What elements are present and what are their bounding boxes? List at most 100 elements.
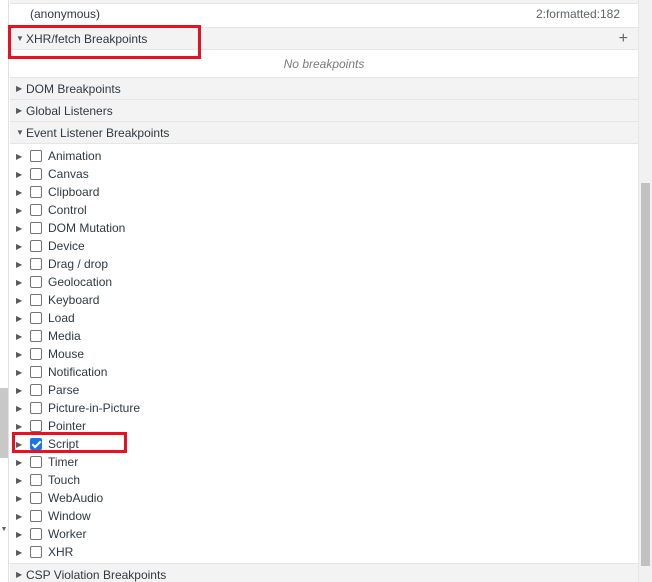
category-checkbox[interactable] <box>30 258 42 270</box>
expand-triangle-icon[interactable]: ▶ <box>16 350 30 359</box>
call-frame-location: 2:formatted:182 <box>535 6 620 21</box>
event-category-load[interactable]: ▶ Load <box>10 309 638 327</box>
collapsed-triangle-icon: ▶ <box>16 84 23 93</box>
event-category-timer[interactable]: ▶ Timer <box>10 453 638 471</box>
event-category-control[interactable]: ▶ Control <box>10 201 638 219</box>
event-category-script[interactable]: ▶ Script <box>10 435 638 453</box>
expand-triangle-icon[interactable]: ▶ <box>16 188 30 197</box>
event-category-media[interactable]: ▶ Media <box>10 327 638 345</box>
category-checkbox[interactable] <box>30 312 42 324</box>
category-label: Keyboard <box>48 293 100 307</box>
category-checkbox[interactable] <box>30 168 42 180</box>
event-category-drag-drop[interactable]: ▶ Drag / drop <box>10 255 638 273</box>
event-category-keyboard[interactable]: ▶ Keyboard <box>10 291 638 309</box>
category-checkbox[interactable] <box>30 492 42 504</box>
category-checkbox[interactable] <box>30 222 42 234</box>
expand-triangle-icon[interactable]: ▶ <box>16 386 30 395</box>
expand-triangle-icon[interactable]: ▶ <box>16 170 30 179</box>
expand-triangle-icon[interactable]: ▶ <box>16 476 30 485</box>
global-listeners-header[interactable]: ▶ Global Listeners <box>10 100 638 122</box>
expand-triangle-icon[interactable]: ▶ <box>16 224 30 233</box>
event-category-xhr[interactable]: ▶ XHR <box>10 543 638 561</box>
expand-triangle-icon[interactable]: ▶ <box>16 458 30 467</box>
sidebar-scrollbar-thumb[interactable] <box>641 183 650 566</box>
category-checkbox[interactable] <box>30 366 42 378</box>
sidebar-scrollbar[interactable] <box>638 0 652 582</box>
expand-triangle-icon[interactable]: ▶ <box>16 548 30 557</box>
expand-triangle-icon[interactable]: ▶ <box>16 368 30 377</box>
left-scrollbar-thumb[interactable] <box>0 388 8 458</box>
category-checkbox[interactable] <box>30 384 42 396</box>
category-label: Clipboard <box>48 185 100 199</box>
category-checkbox[interactable] <box>30 510 42 522</box>
event-category-animation[interactable]: ▶ Animation <box>10 147 638 165</box>
debugger-sidebar: (anonymous) 2:formatted:182 ▼ XHR/fetch … <box>10 0 638 582</box>
event-category-picture-in-picture[interactable]: ▶ Picture-in-Picture <box>10 399 638 417</box>
call-frame-name: (anonymous) <box>30 6 101 21</box>
collapsed-triangle-icon: ▶ <box>16 106 23 115</box>
category-label: Picture-in-Picture <box>48 401 141 415</box>
expand-triangle-icon[interactable]: ▶ <box>16 206 30 215</box>
category-label: Media <box>48 329 81 343</box>
event-category-canvas[interactable]: ▶ Canvas <box>10 165 638 183</box>
event-category-webaudio[interactable]: ▶ WebAudio <box>10 489 638 507</box>
expand-triangle-icon[interactable]: ▶ <box>16 422 30 431</box>
csp-violation-breakpoints-header[interactable]: ▶ CSP Violation Breakpoints <box>10 564 638 582</box>
expand-triangle-icon[interactable]: ▶ <box>16 332 30 341</box>
expand-triangle-icon[interactable]: ▶ <box>16 278 30 287</box>
event-category-worker[interactable]: ▶ Worker <box>10 525 638 543</box>
category-label: Device <box>48 239 85 253</box>
category-checkbox[interactable] <box>30 348 42 360</box>
category-label: Timer <box>48 455 79 469</box>
expand-triangle-icon[interactable]: ▶ <box>16 494 30 503</box>
expand-triangle-icon[interactable]: ▶ <box>16 530 30 539</box>
event-category-parse[interactable]: ▶ Parse <box>10 381 638 399</box>
category-checkbox[interactable] <box>30 438 42 450</box>
category-checkbox[interactable] <box>30 528 42 540</box>
event-category-geolocation[interactable]: ▶ Geolocation <box>10 273 638 291</box>
expand-triangle-icon[interactable]: ▶ <box>16 512 30 521</box>
category-checkbox[interactable] <box>30 330 42 342</box>
category-checkbox[interactable] <box>30 276 42 288</box>
category-checkbox[interactable] <box>30 546 42 558</box>
left-pane-scrollbar[interactable]: ▼ <box>0 0 9 582</box>
event-category-notification[interactable]: ▶ Notification <box>10 363 638 381</box>
dom-breakpoints-header[interactable]: ▶ DOM Breakpoints <box>10 78 638 100</box>
category-label: DOM Mutation <box>48 221 126 235</box>
scroll-down-arrow-icon[interactable]: ▼ <box>0 524 8 536</box>
no-breakpoints-message: No breakpoints <box>10 50 638 78</box>
expand-triangle-icon[interactable]: ▶ <box>16 152 30 161</box>
expanded-triangle-icon: ▼ <box>16 128 24 137</box>
expanded-triangle-icon: ▼ <box>16 34 24 43</box>
event-category-mouse[interactable]: ▶ Mouse <box>10 345 638 363</box>
expand-triangle-icon[interactable]: ▶ <box>16 260 30 269</box>
category-checkbox[interactable] <box>30 420 42 432</box>
xhr-breakpoints-header[interactable]: ▼ XHR/fetch Breakpoints + <box>10 28 638 50</box>
category-checkbox[interactable] <box>30 150 42 162</box>
event-category-device[interactable]: ▶ Device <box>10 237 638 255</box>
category-checkbox[interactable] <box>30 204 42 216</box>
category-checkbox[interactable] <box>30 474 42 486</box>
category-label: Touch <box>48 473 81 487</box>
event-category-window[interactable]: ▶ Window <box>10 507 638 525</box>
event-category-pointer[interactable]: ▶ Pointer <box>10 417 638 435</box>
expand-triangle-icon[interactable]: ▶ <box>16 404 30 413</box>
category-label: Load <box>48 311 75 325</box>
event-category-dom-mutation[interactable]: ▶ DOM Mutation <box>10 219 638 237</box>
event-listener-breakpoints-header[interactable]: ▼ Event Listener Breakpoints <box>10 122 638 144</box>
category-checkbox[interactable] <box>30 186 42 198</box>
call-frame-row[interactable]: (anonymous) 2:formatted:182 <box>10 0 638 28</box>
category-checkbox[interactable] <box>30 456 42 468</box>
event-category-clipboard[interactable]: ▶ Clipboard <box>10 183 638 201</box>
category-label: Canvas <box>48 167 89 181</box>
event-category-touch[interactable]: ▶ Touch <box>10 471 638 489</box>
expand-triangle-icon[interactable]: ▶ <box>16 242 30 251</box>
expand-triangle-icon[interactable]: ▶ <box>16 314 30 323</box>
expand-triangle-icon[interactable]: ▶ <box>16 296 30 305</box>
category-checkbox[interactable] <box>30 294 42 306</box>
category-checkbox[interactable] <box>30 240 42 252</box>
expand-triangle-icon[interactable]: ▶ <box>16 440 30 449</box>
category-checkbox[interactable] <box>30 402 42 414</box>
add-xhr-breakpoint-button[interactable]: + <box>619 29 628 49</box>
event-listener-breakpoints-title: Event Listener Breakpoints <box>26 125 170 140</box>
